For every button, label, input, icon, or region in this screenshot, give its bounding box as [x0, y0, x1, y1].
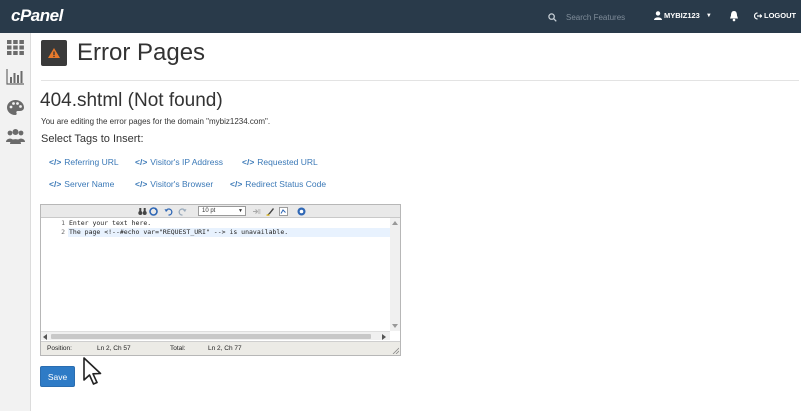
- line-number: 1: [61, 219, 65, 227]
- tags-heading: Select Tags to Insert:: [41, 133, 144, 145]
- tag-visitor-browser[interactable]: </> Visitor's Browser: [135, 179, 213, 189]
- users-icon[interactable]: [6, 128, 25, 145]
- logout-button[interactable]: LOGOUT: [754, 11, 796, 20]
- bell-icon[interactable]: [729, 10, 739, 22]
- resize-grip-icon[interactable]: [392, 347, 399, 354]
- top-navigation-bar: cPanel MYBIZ123 ▼ LOGOUT: [0, 0, 801, 33]
- format-icon[interactable]: [252, 207, 261, 216]
- line-number: 2: [61, 228, 65, 236]
- total-label: Total:: [170, 345, 186, 352]
- vertical-scrollbar[interactable]: [390, 218, 400, 331]
- main-content: Error Pages 404.shtml (Not found) You ar…: [31, 33, 801, 411]
- scroll-up-arrow-icon[interactable]: [392, 221, 398, 225]
- grid-icon[interactable]: [6, 39, 25, 56]
- search-icon: [548, 12, 557, 22]
- header-divider: [41, 80, 799, 81]
- palette-icon[interactable]: [6, 99, 25, 116]
- code-icon: </>: [49, 179, 62, 189]
- position-value: Ln 2, Ch 57: [97, 345, 131, 352]
- editor-toolbar: 10 pt ▼: [41, 205, 400, 218]
- code-icon: </>: [135, 179, 148, 189]
- redo-icon[interactable]: [178, 207, 187, 216]
- chevron-down-icon: ▼: [705, 12, 712, 19]
- binoculars-icon[interactable]: [138, 207, 147, 216]
- search-input[interactable]: [566, 10, 646, 24]
- warning-icon: [48, 48, 60, 58]
- tag-referring-url[interactable]: </> Referring URL: [49, 157, 119, 167]
- logout-label: LOGOUT: [764, 11, 797, 20]
- editor-status-bar: Position: Ln 2, Ch 57 Total: Ln 2, Ch 77: [41, 341, 400, 355]
- cpanel-logo[interactable]: cPanel: [11, 6, 63, 26]
- bar-chart-icon[interactable]: [6, 68, 25, 85]
- save-button[interactable]: Save: [40, 366, 75, 387]
- user-icon: [654, 11, 662, 20]
- code-line-active[interactable]: The page <!--#echo var="REQUEST_URI" -->…: [68, 228, 390, 237]
- tag-label: Redirect Status Code: [245, 179, 327, 189]
- tag-label: Visitor's IP Address: [150, 157, 223, 167]
- undo-icon[interactable]: [164, 207, 173, 216]
- code-icon: </>: [49, 157, 62, 167]
- sidebar: [0, 33, 31, 411]
- file-title: 404.shtml (Not found): [40, 90, 223, 111]
- help-icon[interactable]: [297, 207, 306, 216]
- line-number-gutter: 1 2: [41, 218, 68, 331]
- scroll-right-arrow-icon[interactable]: [382, 334, 386, 340]
- username-label: MYBIZ123: [664, 11, 700, 20]
- code-text-area[interactable]: Enter your text here. The page <!--#echo…: [68, 218, 390, 331]
- highlight-icon[interactable]: [266, 207, 275, 216]
- domain-description: You are editing the error pages for the …: [41, 117, 271, 126]
- error-pages-icon: [41, 40, 67, 66]
- font-size-value: 10 pt: [202, 208, 216, 214]
- tag-label: Visitor's Browser: [150, 179, 214, 189]
- tag-label: Server Name: [64, 179, 115, 189]
- tag-redirect-status-code[interactable]: </> Redirect Status Code: [230, 179, 326, 189]
- user-menu[interactable]: MYBIZ123 ▼: [654, 11, 712, 20]
- search-box[interactable]: [548, 10, 646, 24]
- mouse-pointer-icon: [83, 357, 102, 385]
- page-title: Error Pages: [77, 39, 206, 66]
- code-editor: 10 pt ▼ 1 2 Enter your text here. The pa…: [40, 204, 401, 356]
- logout-icon: [754, 11, 762, 20]
- code-icon: </>: [230, 179, 243, 189]
- code-icon: </>: [135, 157, 148, 167]
- font-size-select[interactable]: 10 pt ▼: [198, 206, 246, 216]
- tag-server-name[interactable]: </> Server Name: [49, 179, 114, 189]
- horizontal-scroll-thumb[interactable]: [51, 334, 371, 339]
- page-header: Error Pages: [41, 39, 205, 67]
- horizontal-scrollbar[interactable]: [41, 331, 390, 340]
- replace-icon[interactable]: [149, 207, 158, 216]
- tag-label: Referring URL: [64, 157, 119, 167]
- code-icon: </>: [242, 157, 255, 167]
- code-line[interactable]: Enter your text here.: [68, 219, 390, 228]
- tag-label: Requested URL: [257, 157, 318, 167]
- chevron-down-icon: ▼: [238, 208, 243, 214]
- word-wrap-icon[interactable]: [279, 207, 288, 216]
- tag-requested-url[interactable]: </> Requested URL: [242, 157, 318, 167]
- scroll-down-arrow-icon[interactable]: [392, 324, 398, 328]
- total-value: Ln 2, Ch 77: [208, 345, 242, 352]
- position-label: Position:: [47, 345, 72, 352]
- scroll-left-arrow-icon[interactable]: [43, 334, 47, 340]
- tag-visitor-ip[interactable]: </> Visitor's IP Address: [135, 157, 223, 167]
